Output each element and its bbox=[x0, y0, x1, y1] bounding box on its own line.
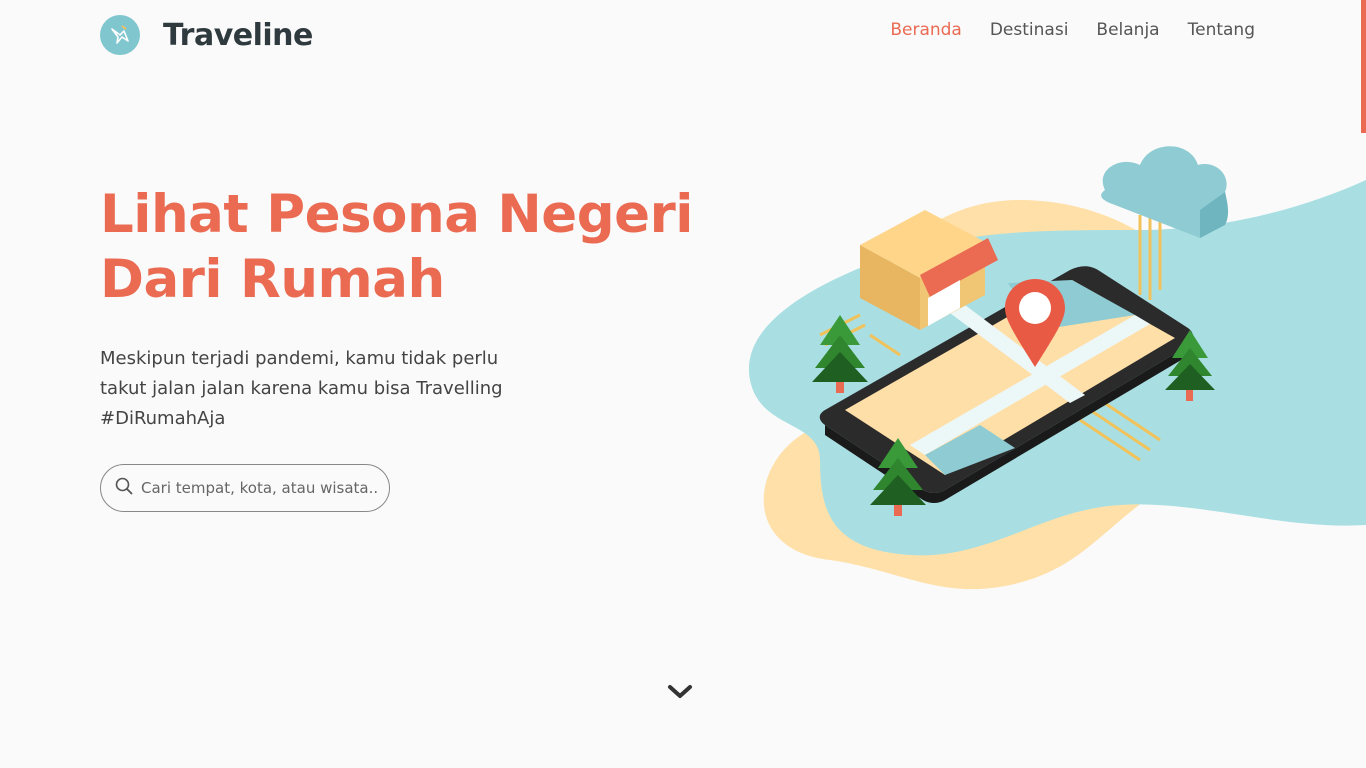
search-input[interactable] bbox=[141, 479, 381, 497]
main-nav: Beranda Destinasi Belanja Tentang bbox=[890, 20, 1255, 40]
scroll-down-button[interactable] bbox=[664, 680, 696, 704]
map-phone-illustration bbox=[748, 146, 1366, 590]
nav-item-belanja[interactable]: Belanja bbox=[1096, 20, 1159, 40]
hero-description: Meskipun terjadi pandemi, kamu tidak per… bbox=[100, 348, 503, 429]
nav-item-tentang[interactable]: Tentang bbox=[1188, 20, 1255, 40]
hero-title-line-2: Dari Rumah bbox=[100, 249, 445, 310]
search-bar[interactable] bbox=[100, 464, 390, 512]
search-icon bbox=[115, 477, 133, 499]
hero-illustration bbox=[740, 130, 1366, 600]
hero-title: Lihat Pesona Negeri Dari Rumah bbox=[100, 182, 700, 312]
nav-item-destinasi[interactable]: Destinasi bbox=[990, 20, 1069, 40]
origami-bird-icon bbox=[100, 15, 140, 55]
navbar: Traveline Beranda Destinasi Belanja Tent… bbox=[0, 0, 1366, 72]
nav-item-beranda[interactable]: Beranda bbox=[890, 20, 962, 40]
brand-name: Traveline bbox=[163, 17, 313, 53]
brand-logo[interactable]: Traveline bbox=[100, 15, 313, 55]
page-scroll-indicator[interactable] bbox=[1361, 0, 1366, 133]
hero-title-line-1: Lihat Pesona Negeri bbox=[100, 184, 693, 245]
chevron-down-icon bbox=[668, 685, 692, 698]
